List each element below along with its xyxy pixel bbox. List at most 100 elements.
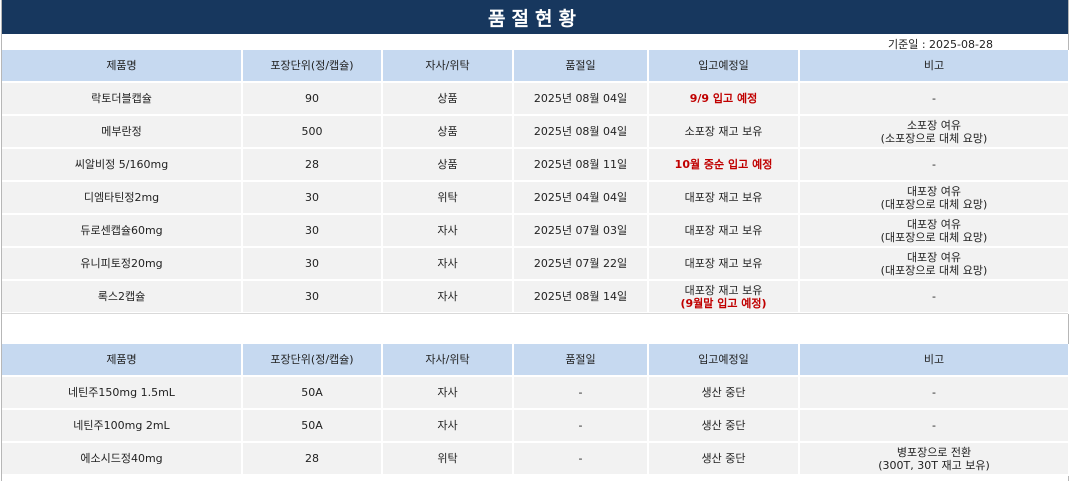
soldout-date: 2025년 08월 04일 <box>513 82 649 116</box>
pack-unit: 30 <box>242 247 383 281</box>
soldout-date: 2025년 08월 04일 <box>513 115 649 149</box>
restock-line: 대포장 재고 보유 <box>684 257 763 270</box>
header-soldout-date: 품절일 <box>513 344 649 377</box>
table-row: 네틴주150mg 1.5mL 50A 자사 - 생산 중단 - <box>2 376 1070 410</box>
restock-line: (9월말 입고 예정) <box>680 296 767 310</box>
remarks-line: (대포장으로 대체 요망) <box>880 263 988 277</box>
soldout-date: - <box>513 409 649 443</box>
own-consigned: 상품 <box>382 115 514 149</box>
restock-line: 대포장 재고 보유 <box>684 191 763 204</box>
soldout-date: 2025년 08월 11일 <box>513 148 649 182</box>
header-restock-date: 입고예정일 <box>648 50 800 83</box>
restock-line: 10월 중순 입고 예정 <box>674 158 773 171</box>
restock-line: 대포장 재고 보유 <box>684 224 763 237</box>
pack-unit: 500 <box>242 115 383 149</box>
remarks-line: (대포장으로 대체 요망) <box>880 230 988 244</box>
header-pack-unit: 포장단위(정/캡슐) <box>242 344 383 377</box>
soldout-date: 2025년 07월 03일 <box>513 214 649 248</box>
remarks-line: (대포장으로 대체 요망) <box>880 197 988 211</box>
product-name: 씨알비정 5/160mg <box>2 148 243 182</box>
soldout-date: - <box>513 442 649 476</box>
remarks: - <box>799 409 1070 443</box>
table-row: 메부란정 500 상품 2025년 08월 04일 소포장 재고 보유 소포장 여유 (소포… <box>2 115 1070 149</box>
table-row: 씨알비정 5/160mg 28 상품 2025년 08월 11일 10월 중순 입고 예… <box>2 148 1070 182</box>
remarks: 대포장 여유 (대포장으로 대체 요망) <box>799 247 1070 281</box>
restock-date: 대포장 재고 보유 (9월말 입고 예정) <box>648 280 800 314</box>
table-row: 에소시드정40mg 28 위탁 - 생산 중단 병포장으로 전환 (300T, 30T 재고… <box>2 442 1070 476</box>
header-own-consigned: 자사/위탁 <box>382 344 514 377</box>
product-name: 메부란정 <box>2 115 243 149</box>
table-separator <box>2 313 1068 314</box>
discontinued-table: 제품명 포장단위(정/캡슐) 자사/위탁 품절일 입고예정일 비고 네틴주150… <box>2 344 1070 476</box>
header-pack-unit: 포장단위(정/캡슐) <box>242 50 383 83</box>
own-consigned: 위탁 <box>382 181 514 215</box>
remarks: 소포장 여유 (소포장으로 대체 요망) <box>799 115 1070 149</box>
header-product-name: 제품명 <box>2 50 243 83</box>
restock-line: 대포장 재고 보유 <box>684 283 763 297</box>
pack-unit: 30 <box>242 280 383 314</box>
header-own-consigned: 자사/위탁 <box>382 50 514 83</box>
remarks-line: (소포장으로 대체 요망) <box>880 131 988 145</box>
own-consigned: 상품 <box>382 148 514 182</box>
remarks: 대포장 여유 (대포장으로 대체 요망) <box>799 181 1070 215</box>
pack-unit: 90 <box>242 82 383 116</box>
remarks-line: 대포장 여유 <box>906 250 962 264</box>
restock-date: 대포장 재고 보유 <box>648 181 800 215</box>
pack-unit: 30 <box>242 181 383 215</box>
soldout-date: 2025년 04월 04일 <box>513 181 649 215</box>
remarks-line: 대포장 여유 <box>906 184 962 198</box>
remarks: - <box>799 148 1070 182</box>
header-soldout-date: 품절일 <box>513 50 649 83</box>
remarks-line: - <box>932 158 936 171</box>
own-consigned: 자사 <box>382 214 514 248</box>
product-name: 유니피토정20mg <box>2 247 243 281</box>
remarks-line: - <box>932 386 936 399</box>
remarks-line: 소포장 여유 <box>906 118 962 132</box>
remarks: - <box>799 82 1070 116</box>
pack-unit: 30 <box>242 214 383 248</box>
remarks-line: 대포장 여유 <box>906 217 962 231</box>
product-name: 락토더블캡슐 <box>2 82 243 116</box>
table-row: 네틴주100mg 2mL 50A 자사 - 생산 중단 - <box>2 409 1070 443</box>
soldout-date: - <box>513 376 649 410</box>
product-name: 네틴주150mg 1.5mL <box>2 376 243 410</box>
restock-line: 생산 중단 <box>701 386 746 399</box>
header-remarks: 비고 <box>799 344 1070 377</box>
header-restock-date: 입고예정일 <box>648 344 800 377</box>
table-row: 락토더블캡슐 90 상품 2025년 08월 04일 9/9 입고 예정 - <box>2 82 1070 116</box>
soldout-date: 2025년 08월 14일 <box>513 280 649 314</box>
restock-line: 생산 중단 <box>701 452 746 465</box>
pack-unit: 50A <box>242 409 383 443</box>
table-row: 록스2캡슐 30 자사 2025년 08월 14일 대포장 재고 보유 (9월말 입고 예… <box>2 280 1070 314</box>
remarks-line: - <box>932 290 936 303</box>
header-row: 제품명 포장단위(정/캡슐) 자사/위탁 품절일 입고예정일 비고 <box>2 50 1070 83</box>
product-name: 듀로센캡슐60mg <box>2 214 243 248</box>
header-product-name: 제품명 <box>2 344 243 377</box>
title-bar: 품절현황 <box>2 0 1068 34</box>
own-consigned: 위탁 <box>382 442 514 476</box>
pack-unit: 50A <box>242 376 383 410</box>
soldout-table: 제품명 포장단위(정/캡슐) 자사/위탁 품절일 입고예정일 비고 락토더블캡슐… <box>2 50 1070 314</box>
own-consigned: 자사 <box>382 376 514 410</box>
restock-line: 생산 중단 <box>701 419 746 432</box>
restock-date: 소포장 재고 보유 <box>648 115 800 149</box>
remarks-line: - <box>932 92 936 105</box>
own-consigned: 자사 <box>382 247 514 281</box>
remarks-line: (300T, 30T 재고 보유) <box>878 458 990 472</box>
remarks: 병포장으로 전환 (300T, 30T 재고 보유) <box>799 442 1070 476</box>
own-consigned: 자사 <box>382 409 514 443</box>
restock-date: 10월 중순 입고 예정 <box>648 148 800 182</box>
own-consigned: 자사 <box>382 280 514 314</box>
restock-date: 9/9 입고 예정 <box>648 82 800 116</box>
remarks: - <box>799 280 1070 314</box>
own-consigned: 상품 <box>382 82 514 116</box>
restock-date: 생산 중단 <box>648 376 800 410</box>
soldout-date: 2025년 07월 22일 <box>513 247 649 281</box>
product-name: 디엠타틴정2mg <box>2 181 243 215</box>
restock-date: 대포장 재고 보유 <box>648 247 800 281</box>
page-title: 품절현황 <box>488 7 582 30</box>
remarks-line: 병포장으로 전환 <box>896 445 972 459</box>
remarks: 대포장 여유 (대포장으로 대체 요망) <box>799 214 1070 248</box>
restock-date: 생산 중단 <box>648 409 800 443</box>
restock-date: 생산 중단 <box>648 442 800 476</box>
